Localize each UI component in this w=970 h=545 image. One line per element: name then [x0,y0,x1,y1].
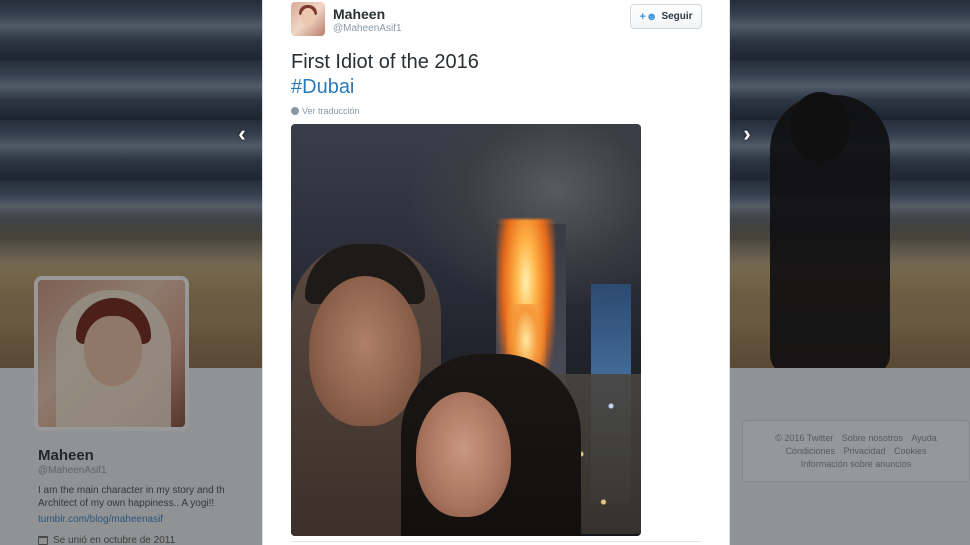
tweet-modal: Maheen @MaheenAsif1 +☻ Seguir First Idio… [262,0,730,545]
photo-woman-face [416,392,511,517]
avatar-face [301,8,315,26]
tweet-author-name[interactable]: Maheen [333,6,385,22]
translate-link[interactable]: Ver traducción [291,106,360,116]
tweet-photo[interactable] [291,124,641,536]
follow-button[interactable]: +☻ Seguir [630,4,702,29]
chevron-left-icon[interactable]: ‹ [230,120,254,148]
translate-label: Ver traducción [302,106,360,116]
globe-icon [291,107,299,115]
tweet-divider [291,541,701,542]
chevron-right-icon[interactable]: › [735,120,759,148]
tweet-text: First Idiot of the 2016 [291,51,479,73]
follow-button-label: Seguir [661,11,693,22]
tweet-hashtag-link[interactable]: #Dubai [291,75,354,100]
add-user-icon: +☻ [639,10,658,23]
tweet-author-handle[interactable]: @MaheenAsif1 [333,23,402,34]
tweet-author-avatar[interactable] [291,2,325,36]
photo-man-face [309,276,421,426]
